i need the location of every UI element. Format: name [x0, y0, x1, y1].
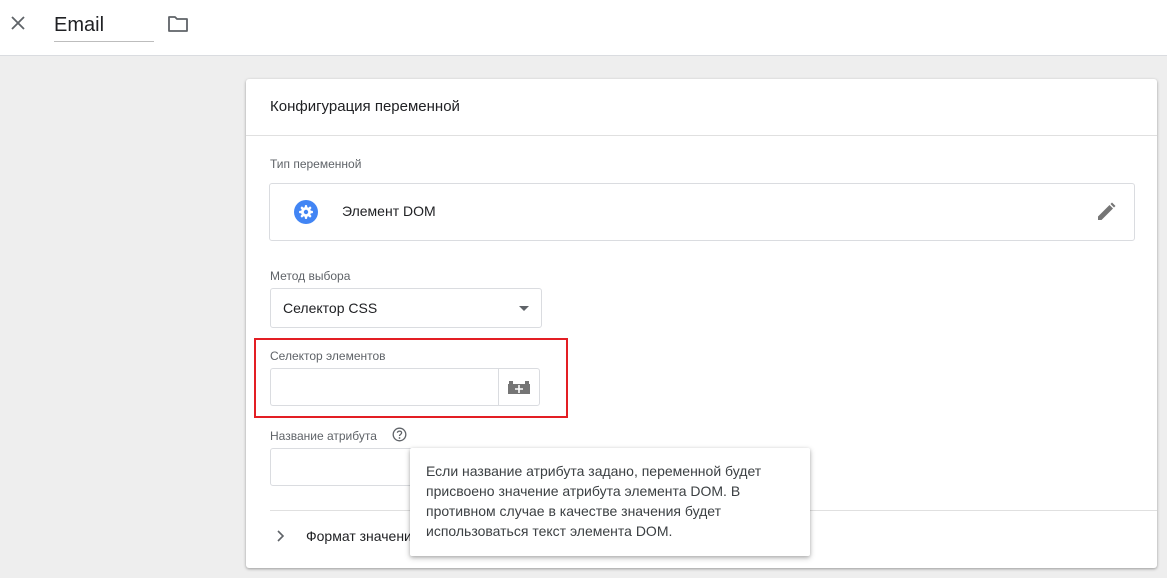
- variable-name-input[interactable]: [54, 10, 154, 42]
- pencil-icon[interactable]: [1095, 201, 1117, 223]
- element-picker-icon: [508, 381, 530, 394]
- selection-method-value: Селектор CSS: [283, 300, 378, 316]
- element-selector-input[interactable]: [270, 368, 498, 406]
- gear-icon: [294, 200, 318, 224]
- selection-method-label: Метод выбора: [270, 269, 351, 283]
- card-title: Конфигурация переменной: [270, 98, 460, 115]
- card-header: Конфигурация переменной: [246, 79, 1157, 136]
- element-selector-label: Селектор элементов: [270, 349, 386, 363]
- chevron-right-icon: [276, 529, 286, 543]
- dropdown-arrow-icon: [519, 306, 529, 311]
- attribute-help-tooltip: Если название атрибута задано, переменно…: [410, 448, 810, 556]
- element-picker-button[interactable]: [498, 368, 540, 406]
- folder-icon[interactable]: [167, 14, 189, 34]
- format-value-label: Формат значения: [306, 528, 420, 544]
- selection-method-dropdown[interactable]: Селектор CSS: [270, 288, 542, 328]
- help-icon[interactable]: [392, 427, 407, 442]
- variable-type-name: Элемент DOM: [342, 203, 436, 219]
- variable-type-label: Тип переменной: [270, 157, 362, 171]
- attribute-name-label: Название атрибута: [270, 429, 377, 443]
- variable-type-selector[interactable]: Элемент DOM: [269, 183, 1135, 241]
- close-icon[interactable]: [8, 13, 28, 33]
- tooltip-text: Если название атрибута задано, переменно…: [426, 463, 762, 539]
- top-bar: [0, 0, 1167, 56]
